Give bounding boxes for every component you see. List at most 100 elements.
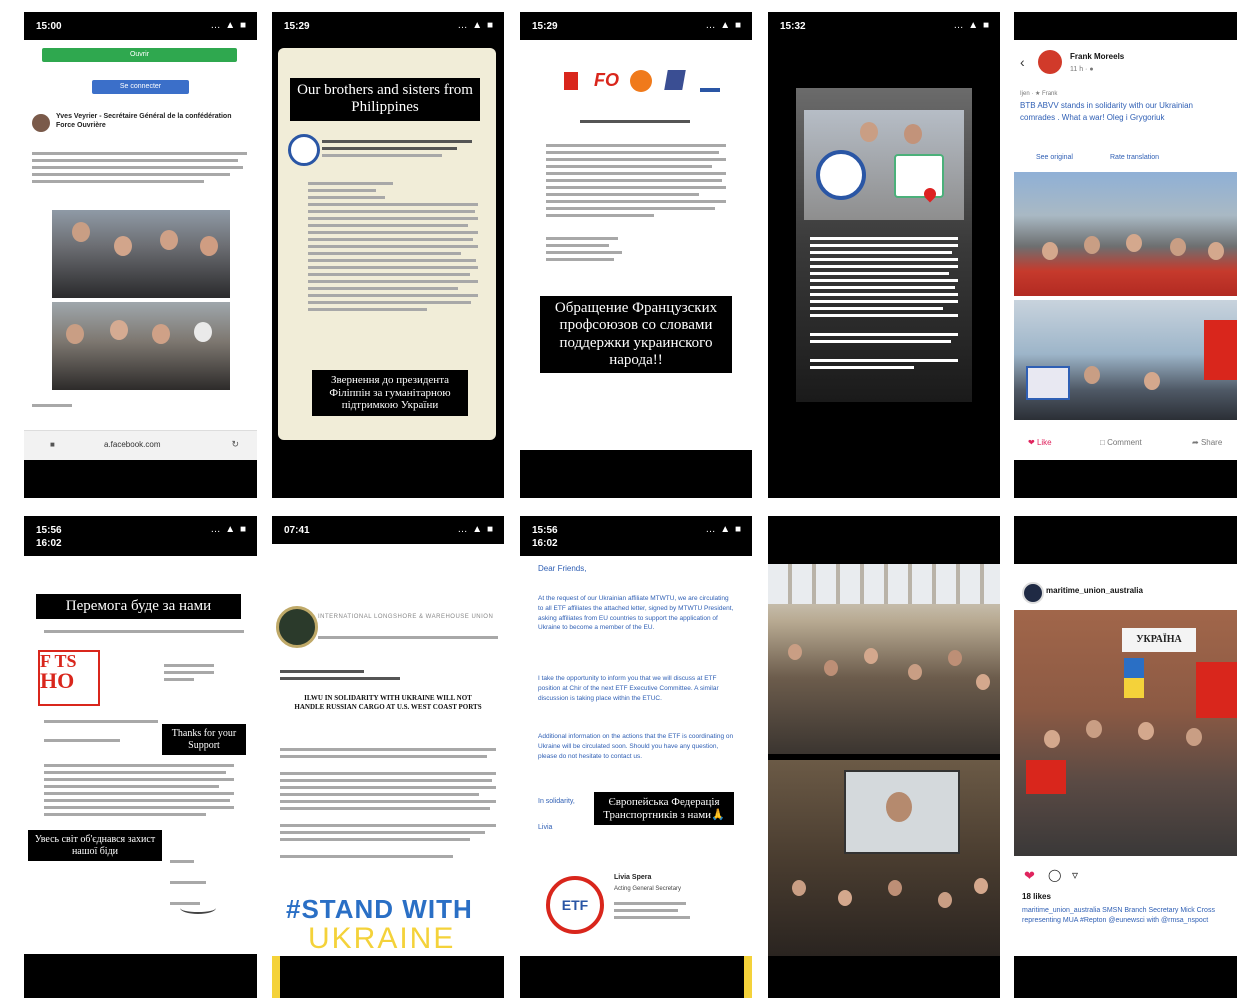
- likes-count: 18 likes: [1022, 892, 1051, 901]
- headline: ILWU IN SOLIDARITY WITH UKRAINE WILL NOT…: [294, 694, 482, 712]
- fits-logo-line2: HO: [40, 668, 75, 693]
- status-time: 15:29: [284, 21, 310, 32]
- letter-body-lines: [308, 178, 478, 315]
- post-author[interactable]: Yves Veyrier - Secrétaire Général de la …: [56, 112, 241, 130]
- protest-sign: [1026, 760, 1066, 794]
- protest-sign: [1026, 366, 1070, 400]
- post-text-lines: [32, 148, 247, 187]
- conference-photo-1[interactable]: [768, 564, 1000, 754]
- status-time: 15:56: [532, 525, 558, 536]
- flag-red: [1196, 662, 1237, 718]
- overlay-top-caption: Перемога буде за нами: [36, 594, 241, 620]
- post-photo-2[interactable]: [52, 302, 230, 390]
- share-label: Share: [1200, 438, 1223, 447]
- union-seal-icon: [288, 134, 320, 166]
- post-meta: 11 h · ●: [1070, 66, 1094, 73]
- post-photo-1[interactable]: [1014, 172, 1237, 296]
- projection-screen: [844, 770, 960, 854]
- signer-name: Livia Spera: [614, 874, 652, 881]
- screenshot-tile-ilwu: 07:41 … ▲ ■ INTERNATIONAL LONGSHORE & WA…: [272, 516, 504, 998]
- status-time: 15:56: [36, 525, 62, 536]
- etf-logo: ETF: [546, 876, 604, 934]
- avatar[interactable]: [1022, 582, 1044, 604]
- status-time-secondary: 16:02: [532, 538, 558, 549]
- email-body-1: At the request of our Ukrainian affiliat…: [538, 595, 734, 632]
- status-bar: 15:56 16:02 … ▲ ■: [520, 516, 752, 552]
- ilwu-seal-icon: [276, 606, 318, 648]
- facebook-post-screen: ‹ Frank Moreels 11 h · ● Ijen · ★ Frank …: [1014, 40, 1237, 460]
- like-button[interactable]: ❤ Like: [1028, 438, 1052, 447]
- story-text-lines: [810, 233, 958, 373]
- address-lines: [164, 660, 214, 685]
- comment-button[interactable]: □ Comment: [1100, 438, 1142, 447]
- union-name: INTERNATIONAL LONGSHORE & WAREHOUSE UNIO…: [318, 614, 494, 620]
- status-time-secondary: 16:02: [36, 538, 62, 549]
- screenshot-tile-facebook-fo: 15:00 … ▲ ■ Ouvrir Se connecter Yves Vey…: [24, 12, 257, 498]
- email-solidarity: In solidarity,: [538, 798, 575, 805]
- seal-icon: [816, 150, 866, 200]
- account-username[interactable]: maritime_union_australia: [1046, 586, 1143, 595]
- email-screen: Dear Friends, At the request of our Ukra…: [520, 556, 752, 956]
- avatar[interactable]: [1038, 50, 1062, 74]
- screenshot-tile-story: 15:32 … ▲ ■: [768, 12, 1000, 498]
- overlay-caption: Обращение Французских профсоюзов со слов…: [540, 296, 732, 373]
- post-caption: maritime_union_australia SMSN Branch Sec…: [1022, 907, 1215, 924]
- back-chevron-icon[interactable]: ‹: [1020, 54, 1025, 70]
- email-greeting: Dear Friends,: [538, 564, 587, 573]
- post-photo[interactable]: УКРАЇНА: [1014, 610, 1237, 856]
- overlay-bottom-caption: Увесь світ об'єднався захист нашої біди: [28, 830, 162, 861]
- like-label: Like: [1036, 438, 1052, 447]
- screenshot-tile-fits-letter: 15:56 16:02 … ▲ ■ Перемога буде за нами …: [24, 516, 257, 998]
- status-icons: … ▲ ■: [210, 20, 247, 31]
- status-icons: … ▲ ■: [210, 524, 247, 535]
- cfdt-logo-icon: [630, 70, 652, 92]
- email-signoff: Livia: [538, 824, 553, 831]
- open-app-button[interactable]: Ouvrir: [42, 48, 237, 62]
- letterhead-lines: [318, 632, 498, 643]
- post-photo-1[interactable]: [52, 210, 230, 298]
- screenshot-tile-instagram-mua: maritime_union_australia УКРАЇНА ❤ ◯ ▿ 1…: [1014, 516, 1237, 998]
- status-icons: … ▲ ■: [705, 20, 742, 31]
- email-body-2: I take the opportunity to inform you tha…: [538, 675, 719, 702]
- fits-logo: F TS HO: [38, 650, 100, 706]
- status-bar: 07:41 … ▲ ■: [272, 516, 504, 544]
- yellow-accent-bar: [272, 956, 280, 998]
- letter-screen: Our brothers and sisters from Philippine…: [278, 48, 496, 440]
- status-icons: … ▲ ■: [705, 524, 742, 535]
- author-name[interactable]: Frank Moreels: [1070, 52, 1124, 61]
- post-tag: Ijen · ★ Frank: [1020, 91, 1058, 97]
- login-button[interactable]: Se connecter: [92, 80, 189, 94]
- logo-icon: [894, 154, 944, 198]
- overlay-caption: Європейська Федерація Транспортників з н…: [594, 792, 734, 826]
- status-bar: 15:00 … ▲ ■: [24, 12, 257, 40]
- heart-icon[interactable]: ❤: [1024, 868, 1035, 884]
- date-lines: [280, 666, 400, 684]
- overlay-mid-caption: Thanks for your Support: [162, 724, 246, 755]
- status-time: 15:32: [780, 21, 806, 32]
- letter-screen: INTERNATIONAL LONGSHORE & WAREHOUSE UNIO…: [272, 544, 504, 956]
- conference-photo-2[interactable]: [768, 760, 1000, 956]
- status-bar: 15:32 … ▲ ■: [768, 12, 1000, 40]
- ukraine-sign: УКРАЇНА: [1122, 628, 1196, 652]
- story-screen: [796, 88, 972, 402]
- avatar[interactable]: [32, 114, 50, 132]
- letter-body-lines: [280, 744, 496, 862]
- lock-icon: ■: [50, 440, 55, 449]
- rate-translation-link[interactable]: Rate translation: [1110, 154, 1159, 161]
- share-icon[interactable]: ▿: [1072, 868, 1078, 882]
- reload-icon[interactable]: ↻: [231, 439, 239, 450]
- url-bar[interactable]: ■ a.facebook.com ↻: [24, 430, 257, 460]
- post-meta-line: [32, 404, 72, 407]
- fo-logo: FO: [594, 70, 619, 90]
- share-button[interactable]: ➦ Share: [1192, 438, 1222, 447]
- story-photo[interactable]: [804, 110, 964, 220]
- status-icons: … ▲ ■: [457, 20, 494, 31]
- status-bar: 15:29 … ▲ ■: [272, 12, 504, 40]
- overlay-bottom-caption: Звернення до президента Філіппін за гума…: [312, 370, 468, 416]
- status-time: 15:29: [532, 21, 558, 32]
- post-photo-2[interactable]: [1014, 300, 1237, 420]
- flag: [1204, 320, 1237, 380]
- see-original-link[interactable]: See original: [1036, 154, 1073, 161]
- comment-icon[interactable]: ◯: [1048, 868, 1061, 882]
- instagram-post-screen: maritime_union_australia УКРАЇНА ❤ ◯ ▿ 1…: [1014, 564, 1237, 956]
